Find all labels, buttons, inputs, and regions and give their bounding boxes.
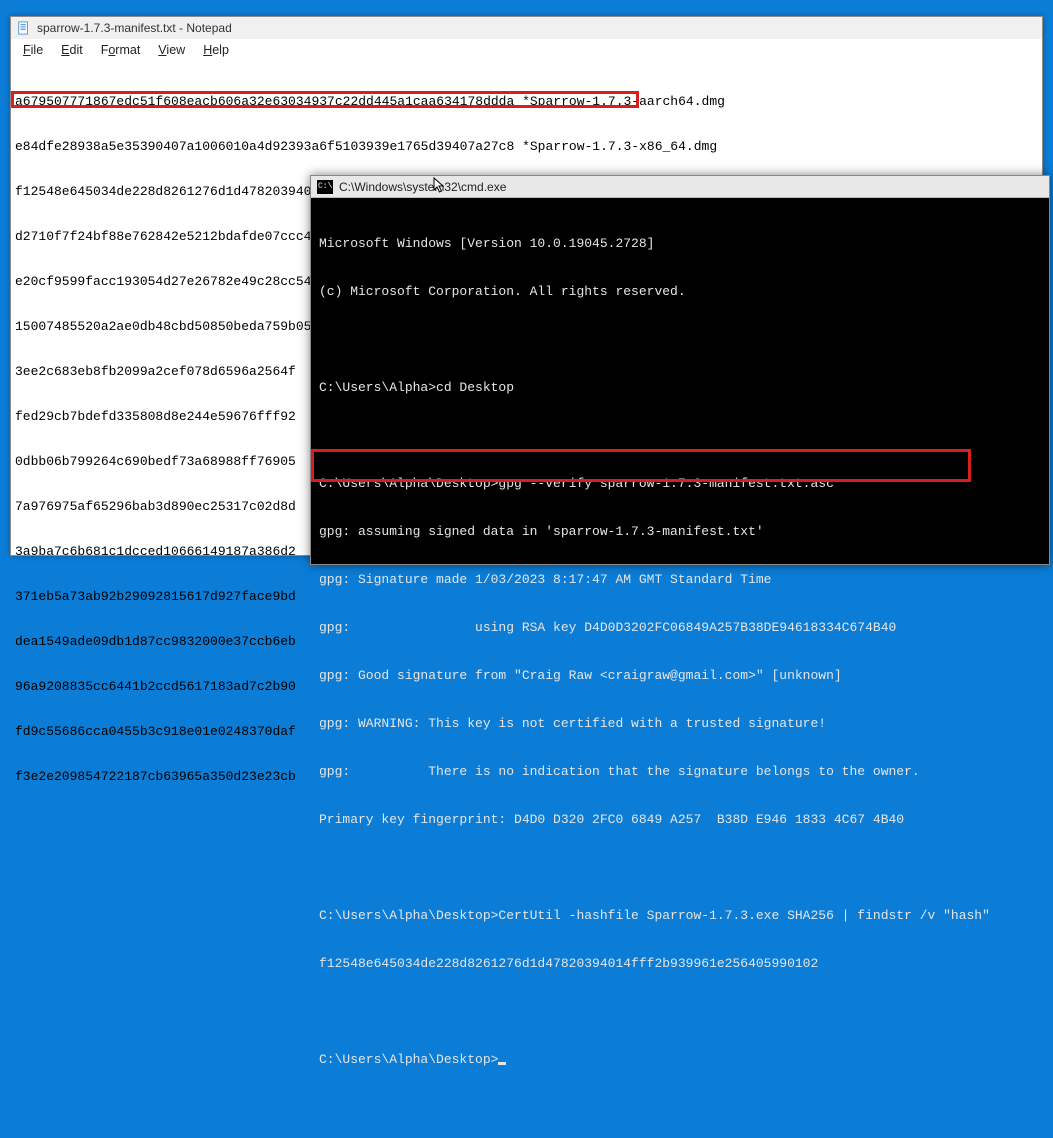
cmd-line: gpg: Signature made 1/03/2023 8:17:47 AM… — [319, 572, 1041, 588]
manifest-line: a679507771867edc51f608eacb606a32e6303493… — [15, 94, 1038, 109]
notepad-menubar: File Edit Format View Help — [11, 39, 1042, 60]
cmd-body[interactable]: Microsoft Windows [Version 10.0.19045.27… — [311, 198, 1049, 1138]
notepad-titlebar[interactable]: sparrow-1.7.3-manifest.txt - Notepad — [11, 17, 1042, 39]
menu-format-label: rmat — [115, 43, 140, 57]
cmd-window: C:\ C:\Windows\system32\cmd.exe Microsof… — [310, 175, 1050, 565]
cmd-line: gpg: assuming signed data in 'sparrow-1.… — [319, 524, 1041, 540]
cmd-line: gpg: There is no indication that the sig… — [319, 764, 1041, 780]
cmd-line: Primary key fingerprint: D4D0 D320 2FC0 … — [319, 812, 1041, 828]
cmd-line: gpg: Good signature from "Craig Raw <cra… — [319, 668, 1041, 684]
cmd-blank — [319, 1004, 1041, 1020]
menu-file-label: ile — [31, 43, 44, 57]
cmd-prompt-line: C:\Users\Alpha\Desktop> — [319, 1052, 1041, 1068]
cmd-line: C:\Users\Alpha\Desktop>CertUtil -hashfil… — [319, 908, 1041, 924]
menu-edit[interactable]: Edit — [53, 41, 91, 59]
cmd-blank — [319, 428, 1041, 444]
menu-edit-label: dit — [70, 43, 83, 57]
cmd-line: Microsoft Windows [Version 10.0.19045.27… — [319, 236, 1041, 252]
cmd-title: C:\Windows\system32\cmd.exe — [339, 180, 506, 194]
cmd-blank — [319, 860, 1041, 876]
cmd-line: C:\Users\Alpha>cd Desktop — [319, 380, 1041, 396]
manifest-line: e84dfe28938a5e35390407a1006010a4d92393a6… — [15, 139, 1038, 154]
cmd-line: gpg: using RSA key D4D0D3202FC06849A257B… — [319, 620, 1041, 636]
desktop-background — [0, 0, 1053, 16]
notepad-icon — [17, 21, 31, 35]
cmd-icon: C:\ — [317, 180, 333, 194]
notepad-title: sparrow-1.7.3-manifest.txt - Notepad — [37, 21, 232, 35]
menu-file[interactable]: File — [15, 41, 51, 59]
menu-view-label: iew — [166, 43, 185, 57]
cmd-line: f12548e645034de228d8261276d1d47820394014… — [319, 956, 1041, 972]
menu-view[interactable]: View — [150, 41, 193, 59]
menu-help-label: elp — [212, 43, 229, 57]
menu-format[interactable]: Format — [93, 41, 149, 59]
cmd-cursor — [498, 1062, 506, 1065]
menu-help[interactable]: Help — [195, 41, 237, 59]
cmd-blank — [319, 332, 1041, 348]
cmd-titlebar[interactable]: C:\ C:\Windows\system32\cmd.exe — [311, 176, 1049, 198]
cmd-line: gpg: WARNING: This key is not certified … — [319, 716, 1041, 732]
cmd-line: (c) Microsoft Corporation. All rights re… — [319, 284, 1041, 300]
cmd-line: C:\Users\Alpha\Desktop>gpg --verify spar… — [319, 476, 1041, 492]
